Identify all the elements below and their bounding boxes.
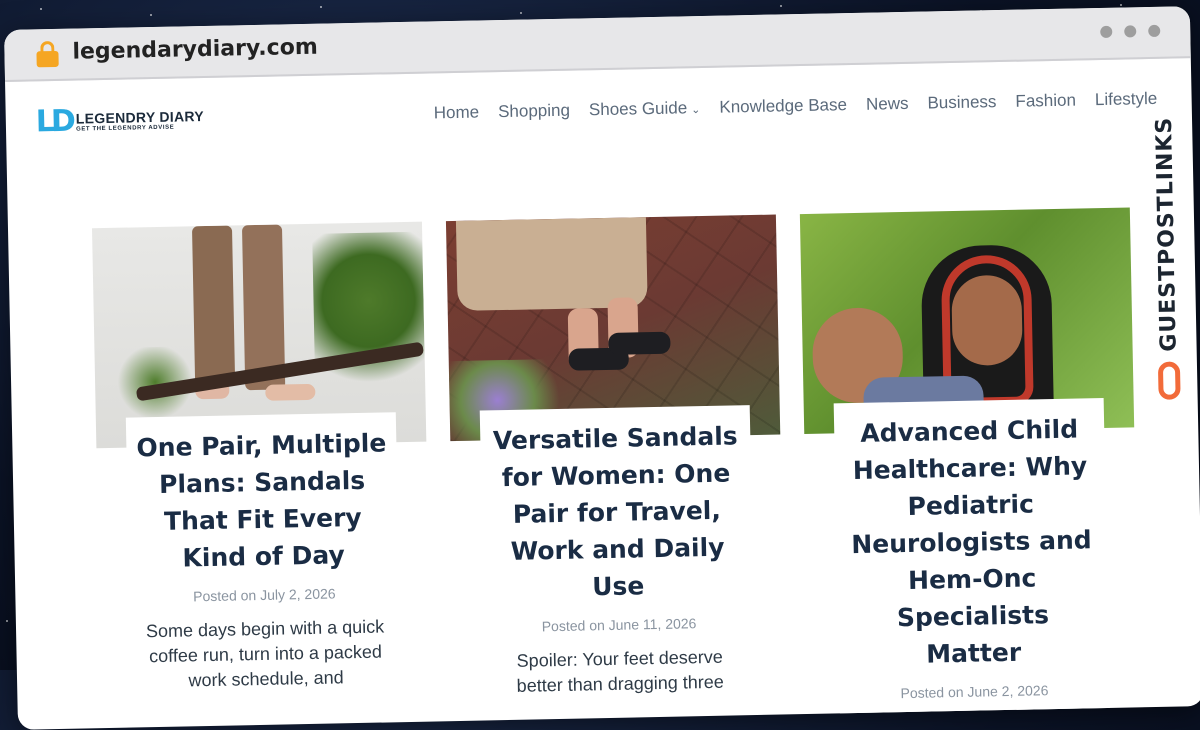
browser-window: legendarydiary.com LD LEGENDRY DIARY GET… (4, 6, 1200, 730)
window-controls (1100, 24, 1161, 38)
post-card[interactable]: Advanced Child Healthcare: Why Pediatric… (799, 207, 1141, 730)
post-date: Posted on July 2, 2026 (193, 585, 336, 605)
post-date: Posted on June 2, 2026 (900, 682, 1049, 702)
main-nav: Home Shopping Shoes Guide ⌄ Knowledge Bas… (434, 89, 1158, 124)
site-logo[interactable]: LD LEGENDRY DIARY GET THE LEGENDRY ADVIS… (35, 103, 205, 140)
post-card[interactable]: Versatile Sandals for Women: One Pair fo… (445, 214, 787, 730)
nav-item-shopping[interactable]: Shopping (498, 101, 570, 122)
window-dot-icon[interactable] (1100, 25, 1113, 38)
post-title-box: Versatile Sandals for Women: One Pair fo… (479, 405, 756, 708)
lock-icon (36, 40, 59, 68)
nav-item-business[interactable]: Business (927, 92, 996, 113)
guestpostlinks-badge: GUESTPOSTLINKS (1144, 116, 1190, 417)
logo-mark: LD (35, 103, 73, 140)
post-excerpt: Spoiler: Your feet deserve better than d… (516, 646, 725, 696)
nav-item-lifestyle[interactable]: Lifestyle (1095, 89, 1158, 110)
post-title-box: Advanced Child Healthcare: Why Pediatric… (833, 398, 1111, 730)
post-title[interactable]: Advanced Child Healthcare: Why Pediatric… (844, 410, 1099, 674)
link-chain-icon (1157, 361, 1181, 400)
post-title[interactable]: Versatile Sandals for Women: One Pair fo… (490, 417, 744, 607)
post-title[interactable]: One Pair, Multiple Plans: Sandals That F… (136, 424, 389, 577)
nav-item-shoes-guide[interactable]: Shoes Guide ⌄ (589, 98, 701, 120)
window-dot-icon[interactable] (1148, 24, 1161, 38)
nav-item-home[interactable]: Home (434, 102, 480, 123)
post-title-box: One Pair, Multiple Plans: Sandals That F… (125, 412, 402, 703)
nav-item-label: Shoes Guide (588, 98, 688, 120)
website: LD LEGENDRY DIARY GET THE LEGENDRY ADVIS… (5, 58, 1200, 730)
chevron-down-icon: ⌄ (691, 104, 701, 117)
badge-text: GUESTPOSTLINKS (1151, 116, 1182, 352)
logo-tagline: GET THE LEGENDRY ADVISE (75, 124, 175, 133)
post-excerpt: Some days begin with a quick coffee run,… (145, 616, 385, 691)
post-card[interactable]: One Pair, Multiple Plans: Sandals That F… (91, 221, 433, 730)
nav-item-news[interactable]: News (866, 94, 909, 115)
nav-item-fashion[interactable]: Fashion (1015, 91, 1076, 112)
window-dot-icon[interactable] (1124, 25, 1137, 38)
url-text[interactable]: legendarydiary.com (72, 35, 318, 65)
post-date: Posted on June 11, 2026 (541, 615, 697, 635)
post-grid: One Pair, Multiple Plans: Sandals That F… (91, 207, 1141, 730)
post-excerpt: Child healthcare has (892, 714, 1058, 730)
nav-item-knowledge-base[interactable]: Knowledge Base (719, 95, 847, 118)
